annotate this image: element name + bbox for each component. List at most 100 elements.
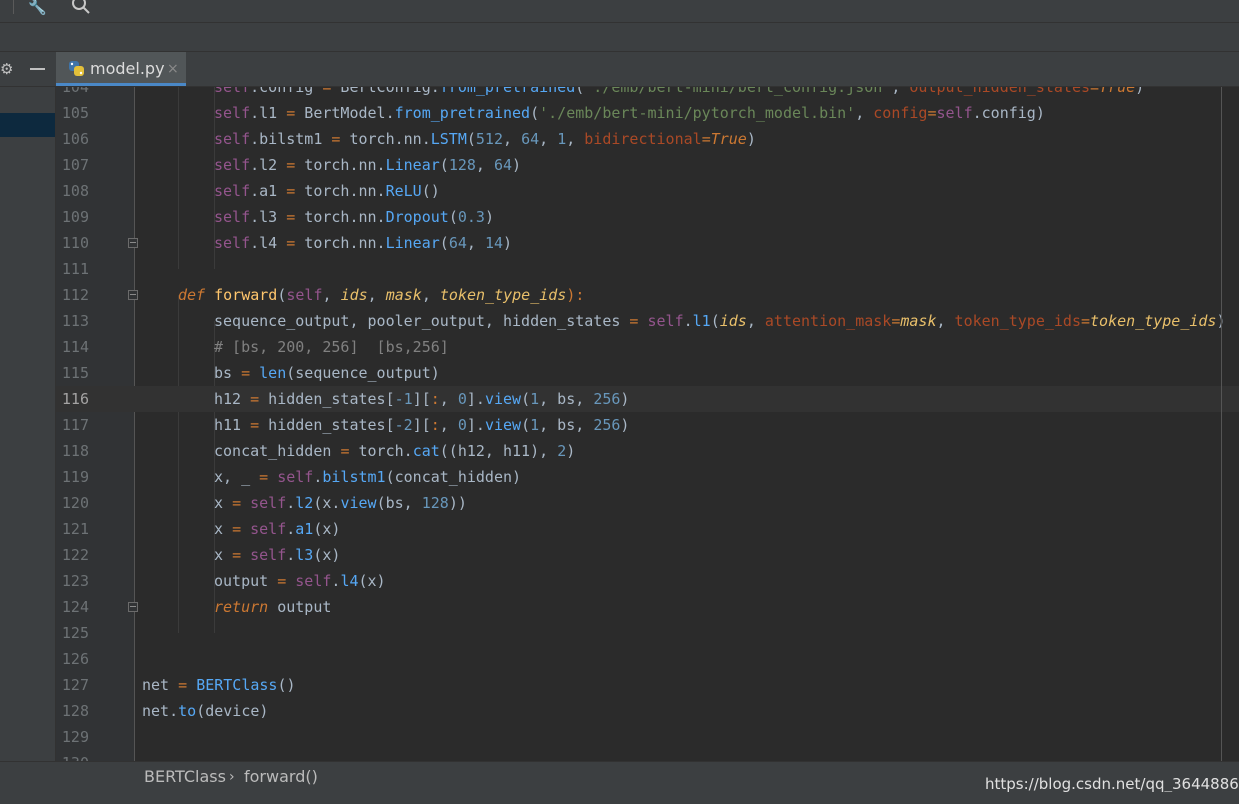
code-token: def [178, 286, 206, 304]
code-line[interactable]: 108 self.a1 = torch.nn.ReLU() [56, 178, 1239, 204]
code-token: ) [620, 390, 630, 408]
line-number: 129 [61, 728, 89, 746]
code-line[interactable]: 105 self.l1 = BertModel.from_pretrained('… [56, 100, 1239, 126]
code-token: , [439, 390, 458, 408]
code-token: (bs, [376, 494, 422, 512]
code-text: x = self.l3(x) [214, 542, 340, 568]
line-number: 109 [61, 208, 89, 226]
code-token: x [214, 520, 233, 538]
code-token: x [214, 546, 233, 564]
code-editor[interactable]: 104 self.config = BertConfig.from_pretrai… [56, 87, 1239, 761]
code-token: ][ [412, 416, 431, 434]
code-token: x [214, 494, 233, 512]
code-line[interactable]: 128 net.to(device) [56, 698, 1239, 724]
line-number: 117 [61, 416, 89, 434]
code-token: (x) [313, 546, 341, 564]
tab-model-py[interactable]: model.py × [56, 52, 186, 86]
code-token: self [214, 182, 251, 200]
code-token: .bilstm1 [250, 130, 332, 148]
code-line[interactable]: 122 x = self.l3(x) [56, 542, 1239, 568]
code-line[interactable]: 110 self.l4 = torch.nn.Linear(64, 14) [56, 230, 1239, 256]
code-token: -2 [394, 416, 413, 434]
code-line[interactable]: 121 x = self.a1(x) [56, 516, 1239, 542]
code-token: output [268, 598, 332, 616]
code-token: forward [214, 286, 278, 304]
code-token: './emb/bert-mini/bert_config.json' [584, 87, 892, 96]
code-token: ) [503, 234, 513, 252]
code-token: = [178, 676, 188, 694]
search-icon[interactable] [72, 0, 90, 16]
code-line[interactable]: 107 self.l2 = torch.nn.Linear(128, 64) [56, 152, 1239, 178]
code-token: mask [385, 286, 422, 304]
code-line[interactable]: 117 h11 = hidden_states[-2][:, 0].view(1,… [56, 412, 1239, 438]
minimize-icon[interactable] [30, 68, 45, 70]
code-token: 14 [484, 234, 503, 252]
fold-marker-icon[interactable] [128, 238, 138, 248]
code-line[interactable]: 116 h12 = hidden_states[-1][:, 0].view(1,… [56, 386, 1239, 412]
code-token: ( [448, 208, 458, 226]
code-token: len [259, 364, 287, 382]
code-token: x, _ [214, 468, 260, 486]
line-number: 121 [61, 520, 89, 538]
gear-icon[interactable]: ⚙ [0, 60, 14, 78]
code-token: ( [466, 130, 476, 148]
fold-marker-icon[interactable] [128, 602, 138, 612]
code-line[interactable]: 125 [56, 620, 1239, 646]
project-sidebar [0, 87, 56, 761]
code-token: view [484, 390, 522, 408]
code-line[interactable]: 129 [56, 724, 1239, 750]
code-token: ids [719, 312, 747, 330]
code-line[interactable]: 118 concat_hidden = torch.cat((h12, h11),… [56, 438, 1239, 464]
code-line[interactable]: 119 x, _ = self.bilstm1(concat_hidden) [56, 464, 1239, 490]
code-line[interactable]: 106 self.bilstm1 = torch.nn.LSTM(512, 64,… [56, 126, 1239, 152]
code-line[interactable]: 123 output = self.l4(x) [56, 568, 1239, 594]
line-number: 111 [61, 260, 89, 278]
code-line[interactable]: 130 [56, 750, 1239, 761]
code-token: , [503, 130, 522, 148]
code-line[interactable]: 104 self.config = BertConfig.from_pretrai… [56, 87, 1239, 100]
code-line[interactable]: 124 return output [56, 594, 1239, 620]
code-line[interactable]: 109 self.l3 = torch.nn.Dropout(0.3) [56, 204, 1239, 230]
code-token: token_type_ids [954, 312, 1081, 330]
code-token: # [bs, 200, 256] [bs,256] [214, 338, 449, 356]
code-token: 1 [530, 390, 540, 408]
code-token: ids [340, 286, 368, 304]
code-line[interactable]: 112 def forward(self, ids, mask, token_ty… [56, 282, 1239, 308]
code-token: bidirectional [584, 130, 702, 148]
code-line[interactable]: 120 x = self.l2(x.view(bs, 128)) [56, 490, 1239, 516]
sidebar-selected-item[interactable] [0, 113, 55, 137]
code-token: .l2 [250, 156, 287, 174]
code-token: view [484, 416, 522, 434]
code-token: self [214, 208, 251, 226]
code-token: = [286, 104, 296, 122]
fold-marker-icon[interactable] [128, 290, 138, 300]
code-line[interactable]: 114 # [bs, 200, 256] [bs,256] [56, 334, 1239, 360]
code-token: = [1080, 312, 1091, 330]
code-line[interactable]: 127 net = BERTClass() [56, 672, 1239, 698]
breadcrumb-class[interactable]: BERTClass [144, 767, 226, 787]
breadcrumb-separator: › [229, 769, 235, 785]
code-token: BertModel. [295, 104, 395, 122]
code-token: = [259, 468, 269, 486]
code-line[interactable]: 126 [56, 646, 1239, 672]
code-token: sequence_output, pooler_output, hidden_s… [214, 312, 630, 330]
code-line[interactable]: 111 [56, 256, 1239, 282]
code-token: 512 [475, 130, 503, 148]
code-token: = [232, 520, 242, 538]
code-token: l4 [340, 572, 359, 590]
code-token: ]. [466, 416, 485, 434]
code-line[interactable]: 113 sequence_output, pooler_output, hidde… [56, 308, 1239, 334]
code-token: = [701, 130, 711, 148]
line-number: 116 [61, 390, 89, 408]
toolbar-separator [13, 0, 14, 14]
breadcrumb-method[interactable]: forward() [244, 767, 318, 787]
code-token: ( [439, 156, 449, 174]
code-token: 2 [557, 442, 567, 460]
wrench-icon[interactable]: 🔧 [28, 0, 47, 16]
code-line[interactable]: 115 bs = len(sequence_output) [56, 360, 1239, 386]
code-token: ) [512, 156, 522, 174]
close-icon[interactable]: × [167, 59, 179, 79]
